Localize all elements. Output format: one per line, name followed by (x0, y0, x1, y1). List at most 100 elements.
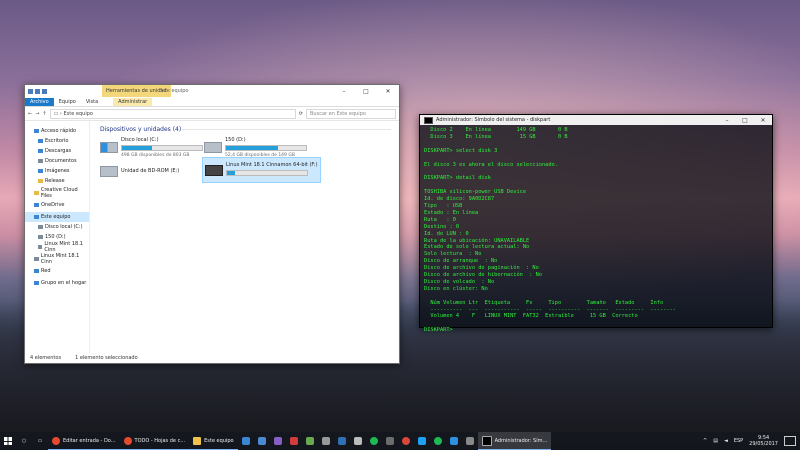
usb-drive-icon (34, 257, 39, 261)
taskbar-app-explorer[interactable]: Este equipo (189, 432, 238, 450)
tab-administrar[interactable]: Administrar (113, 98, 153, 106)
taskbar-pin-9[interactable] (366, 432, 382, 450)
desktop-icon (38, 139, 43, 143)
nav-item-creative-cloud[interactable]: Creative Cloud Files (25, 187, 89, 199)
app-icon (305, 437, 314, 445)
drive-icon (38, 235, 43, 239)
nav-item-grupo-hogar[interactable]: Grupo en el hogar (25, 278, 89, 288)
taskbar-pin-4[interactable] (286, 432, 302, 450)
nav-item-imagenes[interactable]: Imágenes (25, 166, 89, 176)
usb-drive-icon (205, 164, 223, 176)
star-icon (34, 129, 39, 133)
taskbar-pin-8[interactable] (350, 432, 366, 450)
window-title: Este equipo (159, 88, 189, 94)
taskbar-pin-12[interactable] (414, 432, 430, 450)
search-button[interactable]: ○ (16, 432, 32, 450)
drive-f-linux-usb[interactable]: Linux Mint 18.1 Cinnamon 64-bit (F:) (202, 157, 321, 183)
taskbar-pin-13[interactable] (430, 432, 446, 450)
close-icon[interactable]: ✕ (754, 115, 772, 125)
task-view-button[interactable]: ▭ (32, 432, 48, 450)
navigation-pane[interactable]: Acceso rápido Escritorio Descargas Docum… (25, 121, 90, 353)
taskbar-pin-11[interactable] (398, 432, 414, 450)
taskbar-pin-3[interactable] (270, 432, 286, 450)
taskbar-app-cmd[interactable]: Administrador: Sím... (477, 432, 552, 450)
drive-usage-fill (122, 145, 153, 150)
nav-item-red[interactable]: Red (25, 266, 89, 276)
computer-icon: ▭ › (53, 110, 64, 117)
back-arrow-icon[interactable]: ← (28, 111, 32, 117)
nav-item-linux-root[interactable]: Linux Mint 18.1 Cinn (25, 253, 89, 265)
nav-item-disco-local[interactable]: Disco local (C:) (25, 222, 89, 232)
maximize-icon[interactable]: □ (355, 85, 377, 97)
explorer-body: Acceso rápido Escritorio Descargas Docum… (25, 121, 399, 353)
content-pane[interactable]: Dispositivos y unidades (4) Disco local … (90, 121, 399, 353)
window-controls: – □ ✕ (333, 85, 399, 97)
nav-item-quick-access[interactable]: Acceso rápido (25, 126, 89, 136)
clock[interactable]: 9:54 29/05/2017 (749, 435, 778, 447)
tab-archivo[interactable]: Archivo (25, 98, 54, 106)
nav-item-descargas[interactable]: Descargas (25, 146, 89, 156)
nav-item-documentos[interactable]: Documentos (25, 156, 89, 166)
start-button[interactable] (0, 432, 16, 450)
notification-center-icon[interactable] (784, 436, 796, 446)
nav-item-este-equipo[interactable]: Este equipo (25, 212, 89, 222)
taskbar-pin-1[interactable] (238, 432, 254, 450)
up-arrow-icon[interactable]: ↑ (42, 111, 46, 117)
minimize-icon[interactable]: – (718, 115, 736, 125)
taskbar-app-chrome-2[interactable]: TODO - Hojas de c... (119, 432, 190, 450)
folder-icon (193, 436, 202, 445)
cmd-title-bar[interactable]: Administrador: Símbolo del sistema - dis… (420, 115, 772, 125)
twitter-icon (417, 437, 426, 445)
drive-e-bdrom[interactable]: Unidad de BD-ROM (E:) (100, 159, 179, 183)
search-icon: ○ (21, 438, 27, 444)
new-folder-icon[interactable] (42, 88, 47, 94)
spotify-icon (369, 437, 378, 445)
app-icon (321, 437, 330, 445)
taskbar-pin-10[interactable] (382, 432, 398, 450)
visual-studio-icon (273, 437, 282, 445)
refresh-icon[interactable]: ⟳ (299, 111, 303, 117)
taskbar-pin-14[interactable] (446, 432, 462, 450)
computer-icon (34, 215, 39, 219)
forward-arrow-icon[interactable]: → (35, 111, 39, 117)
taskbar-pin-6[interactable] (318, 432, 334, 450)
language-indicator[interactable]: ESP (734, 438, 743, 444)
drive-free-space: 498 GB disponibles de 803 GB (121, 152, 190, 158)
cmd-output[interactable]: Disco 2 En línea 149 GB 0 B Disco 3 En l… (420, 125, 772, 336)
section-title[interactable]: Dispositivos y unidades (4) (100, 126, 181, 133)
download-icon (38, 149, 43, 153)
taskbar-pin-7[interactable] (334, 432, 350, 450)
quick-access-toolbar[interactable] (25, 88, 54, 94)
tab-equipo[interactable]: Equipo (54, 98, 81, 106)
address-bar[interactable]: ▭ › Este equipo (49, 108, 296, 119)
tab-vista[interactable]: Vista (81, 98, 103, 106)
windows-logo-icon (4, 437, 12, 445)
creative-cloud-icon (34, 191, 39, 195)
maximize-icon[interactable]: □ (736, 115, 754, 125)
nav-item-linux-usb[interactable]: Linux Mint 18.1 Cinn (25, 241, 89, 253)
drive-c[interactable]: Disco local (C:) 498 GB disponibles de 8… (100, 135, 203, 159)
nav-item-release[interactable]: Release (25, 176, 89, 186)
explorer-title-bar[interactable]: Herramientas de unidad Este equipo – □ ✕ (25, 85, 399, 97)
section-divider (182, 129, 391, 130)
taskbar-pin-2[interactable] (254, 432, 270, 450)
command-prompt-window[interactable]: Administrador: Símbolo del sistema - dis… (419, 114, 773, 333)
minimize-icon[interactable]: – (333, 85, 355, 97)
properties-icon[interactable] (35, 88, 40, 94)
taskbar: ○ ▭ Editar entrada - Do... TODO - Hojas … (0, 432, 800, 450)
nav-item-onedrive[interactable]: OneDrive (25, 200, 89, 210)
search-input[interactable]: Buscar en Este equipo (306, 108, 396, 119)
close-icon[interactable]: ✕ (377, 85, 399, 97)
chevron-up-icon[interactable]: ^ (703, 438, 707, 444)
drive-usage-fill (226, 145, 278, 150)
app-icon (465, 437, 474, 445)
taskbar-app-chrome-1[interactable]: Editar entrada - Do... (48, 432, 120, 450)
taskbar-pin-15[interactable] (462, 432, 478, 450)
file-explorer-window[interactable]: Herramientas de unidad Este equipo – □ ✕… (24, 84, 400, 364)
drive-d[interactable]: 150 (D:) 52,4 GB disponibles de 149 GB (204, 135, 307, 159)
volume-icon[interactable]: ◄ (724, 438, 728, 444)
taskbar-pin-5[interactable] (302, 432, 318, 450)
nav-item-escritorio[interactable]: Escritorio (25, 136, 89, 146)
network-icon[interactable]: ▤ (713, 438, 718, 444)
spotify-icon (433, 437, 442, 445)
